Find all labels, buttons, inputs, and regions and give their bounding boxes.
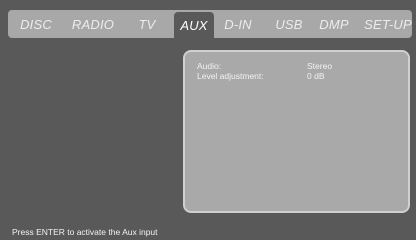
audio-row: Audio: Stereo [197, 61, 397, 71]
level-adjustment-row: Level adjustment: 0 dB [197, 71, 397, 81]
tab-disc[interactable]: DISC [16, 10, 56, 38]
status-hint: Press ENTER to activate the Aux input [12, 227, 158, 237]
tab-usb[interactable]: USB [272, 10, 306, 38]
aux-info-panel: Audio: Stereo Level adjustment: 0 dB [183, 50, 410, 213]
menu-tab-bar: DISC RADIO TV AUX D-IN USB DMP SET-UP [8, 10, 412, 44]
tab-aux[interactable]: AUX [174, 12, 214, 44]
tab-d-in[interactable]: D-IN [220, 10, 256, 38]
tab-radio[interactable]: RADIO [65, 10, 121, 38]
audio-value: Stereo [307, 61, 333, 71]
audio-label: Audio: [197, 61, 222, 71]
tab-tv[interactable]: TV [132, 10, 162, 38]
level-adjustment-label: Level adjustment: [197, 71, 264, 81]
tab-dmp[interactable]: DMP [314, 10, 354, 38]
tab-set-up[interactable]: SET-UP [364, 10, 412, 38]
level-adjustment-value: 0 dB [307, 71, 325, 81]
